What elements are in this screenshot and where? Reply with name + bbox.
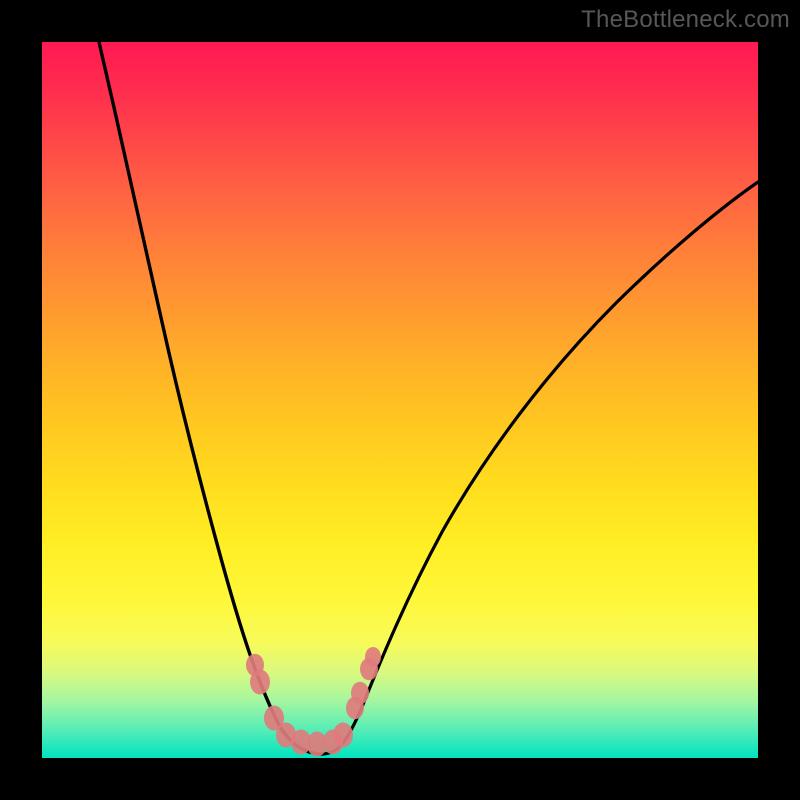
watermark-text: TheBottleneck.com xyxy=(581,6,790,34)
bottleneck-curve-svg xyxy=(42,42,758,758)
outer-frame: TheBottleneck.com xyxy=(0,0,800,800)
plot-area xyxy=(42,42,758,758)
right-curve xyxy=(322,182,758,754)
valley-marker xyxy=(351,682,369,705)
left-curve xyxy=(99,42,322,754)
valley-marker xyxy=(365,647,381,667)
valley-marker xyxy=(250,670,270,695)
valley-marker xyxy=(333,723,353,748)
valley-markers xyxy=(246,647,381,757)
